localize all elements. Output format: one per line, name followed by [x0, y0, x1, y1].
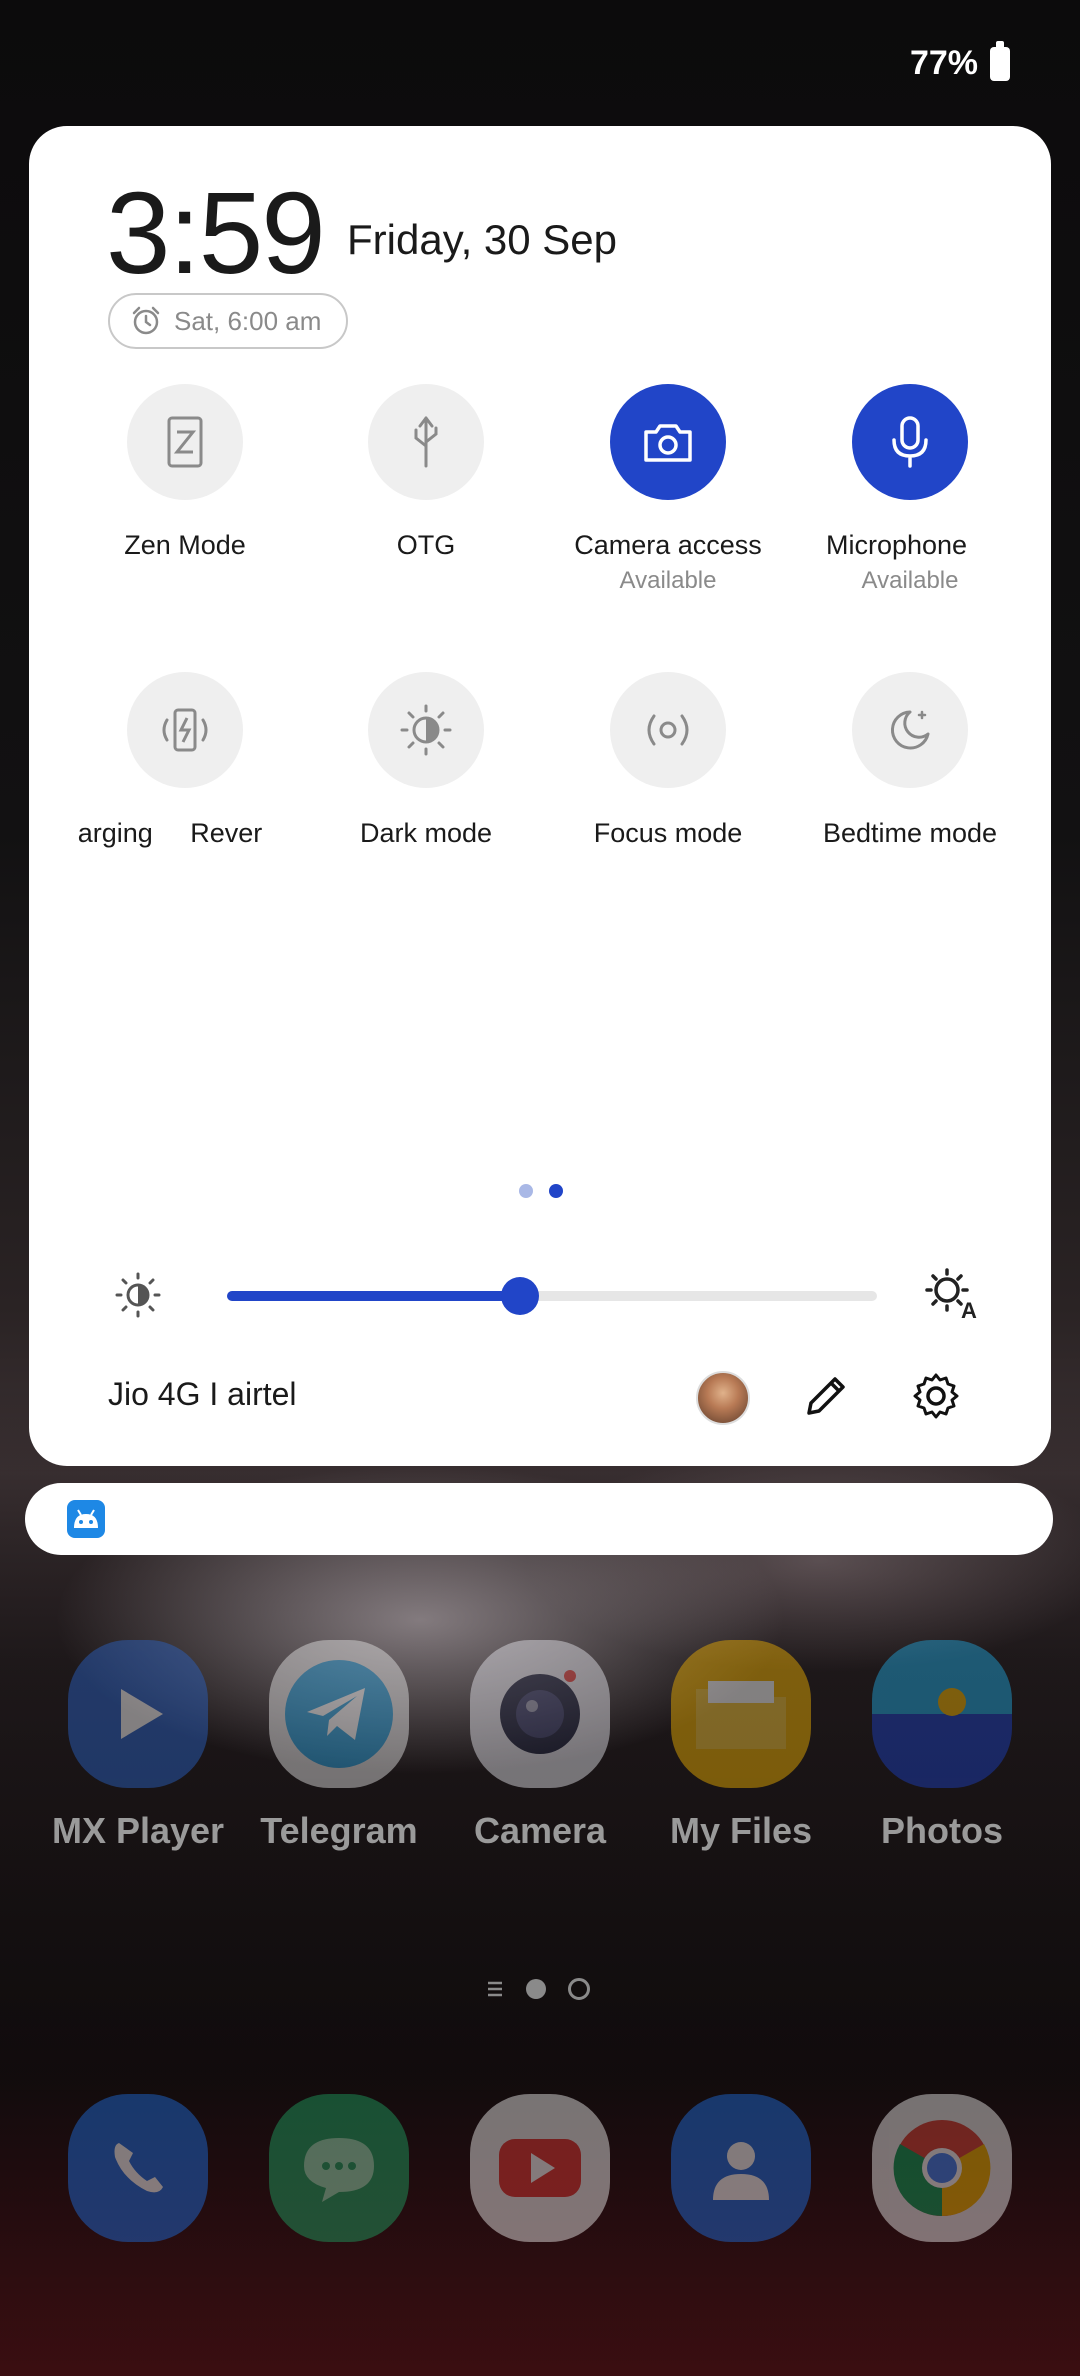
tile-zen-mode[interactable]: Zen Mode [65, 384, 305, 561]
dock-contacts[interactable] [641, 2094, 841, 2242]
messages-icon [269, 2094, 409, 2242]
tile-camera-access[interactable]: Camera access Available [548, 384, 788, 595]
app-label: My Files [669, 1810, 813, 1851]
app-label: MX Player [51, 1810, 225, 1851]
dock-chrome[interactable] [842, 2094, 1042, 2242]
svg-text:A: A [961, 1298, 977, 1322]
gear-icon [913, 1373, 959, 1419]
bedtime-mode-icon [852, 672, 968, 788]
dock-messages[interactable] [239, 2094, 439, 2242]
app-label: Camera [473, 1810, 607, 1851]
tile-label: Camera access [574, 530, 762, 560]
tile-label: arging Rever [77, 818, 263, 848]
usb-icon [368, 384, 484, 500]
tile-status: Available [861, 567, 959, 594]
tile-dark-mode[interactable]: Dark mode [306, 672, 546, 849]
settings-button[interactable] [911, 1371, 961, 1426]
chrome-icon [872, 2094, 1012, 2242]
app-my-files[interactable]: My Files [641, 1640, 841, 1852]
play-icon [68, 1640, 208, 1788]
carrier-label: Jio 4G I airtel [108, 1376, 297, 1412]
tile-label: Zen Mode [124, 530, 246, 560]
edit-tiles-button[interactable] [801, 1371, 851, 1426]
status-bar: 77% [909, 40, 1010, 83]
app-mx-player[interactable]: MX Player [38, 1640, 238, 1852]
tile-otg[interactable]: OTG [306, 384, 546, 561]
contacts-icon [671, 2094, 811, 2242]
tile-label: Microphone [826, 530, 968, 560]
quick-settings-panel: 3:59 Friday, 30 Sep Sat, 6:00 am Zen Mod… [29, 126, 1051, 1466]
camera-icon [610, 384, 726, 500]
dock-youtube[interactable] [440, 2094, 640, 2242]
user-avatar[interactable] [696, 1371, 750, 1425]
tile-bedtime-mode[interactable]: Bedtime mode [790, 672, 1030, 849]
home-page-dot-active[interactable] [526, 1979, 546, 1999]
app-label: Photos [881, 1810, 1003, 1851]
tile-focus-mode[interactable]: Focus mode [548, 672, 788, 849]
dark-mode-icon [368, 672, 484, 788]
photos-icon [872, 1640, 1012, 1788]
brightness-low-icon [113, 1270, 163, 1325]
home-page-dot[interactable] [568, 1978, 590, 2000]
dock-phone[interactable] [38, 2094, 238, 2242]
zen-mode-icon [127, 384, 243, 500]
alarm-icon [132, 306, 160, 335]
page-dots [519, 1184, 563, 1198]
android-icon [67, 1500, 105, 1538]
tile-label: Focus mode [593, 818, 743, 848]
app-label: Telegram [260, 1810, 418, 1851]
page-dot-active[interactable] [549, 1184, 563, 1198]
app-camera[interactable]: Camera [440, 1640, 640, 1852]
tile-reverse-charging[interactable]: arging Rever [65, 672, 305, 849]
alarm-text: Sat, 6:00 am [174, 305, 322, 336]
brightness-fill [227, 1291, 520, 1301]
brightness-thumb[interactable] [500, 1277, 539, 1315]
battery-icon [990, 40, 1010, 81]
notification-bar[interactable] [25, 1483, 1053, 1555]
youtube-icon [470, 2094, 610, 2242]
next-alarm-chip[interactable]: Sat, 6:00 am [108, 293, 348, 349]
tile-label: Bedtime mode [822, 818, 998, 848]
clock-date[interactable]: Friday, 30 Sep [347, 216, 617, 264]
focus-mode-icon [610, 672, 726, 788]
auto-brightness-icon[interactable]: A [923, 1266, 979, 1327]
phone-icon [68, 2094, 208, 2242]
menu-lines-icon[interactable] [486, 1980, 504, 1998]
folder-icon [671, 1640, 811, 1788]
telegram-icon [269, 1640, 409, 1788]
app-telegram[interactable]: Telegram [239, 1640, 439, 1852]
camera-app-icon [470, 1640, 610, 1788]
app-photos[interactable]: Photos [842, 1640, 1042, 1852]
battery-level: 77% [909, 44, 978, 82]
tile-label: Dark mode [359, 818, 493, 848]
reverse-charging-icon [127, 672, 243, 788]
tile-label: OTG [396, 530, 456, 560]
brightness-slider[interactable] [227, 1277, 877, 1315]
tile-status: Available [619, 567, 717, 594]
tile-microphone[interactable]: Microphone Available [790, 384, 1030, 595]
clock-time[interactable]: 3:59 [106, 166, 326, 300]
page-dot[interactable] [519, 1184, 533, 1198]
home-page-indicator [486, 1978, 590, 2000]
pencil-icon [807, 1377, 845, 1415]
microphone-icon [852, 384, 968, 500]
